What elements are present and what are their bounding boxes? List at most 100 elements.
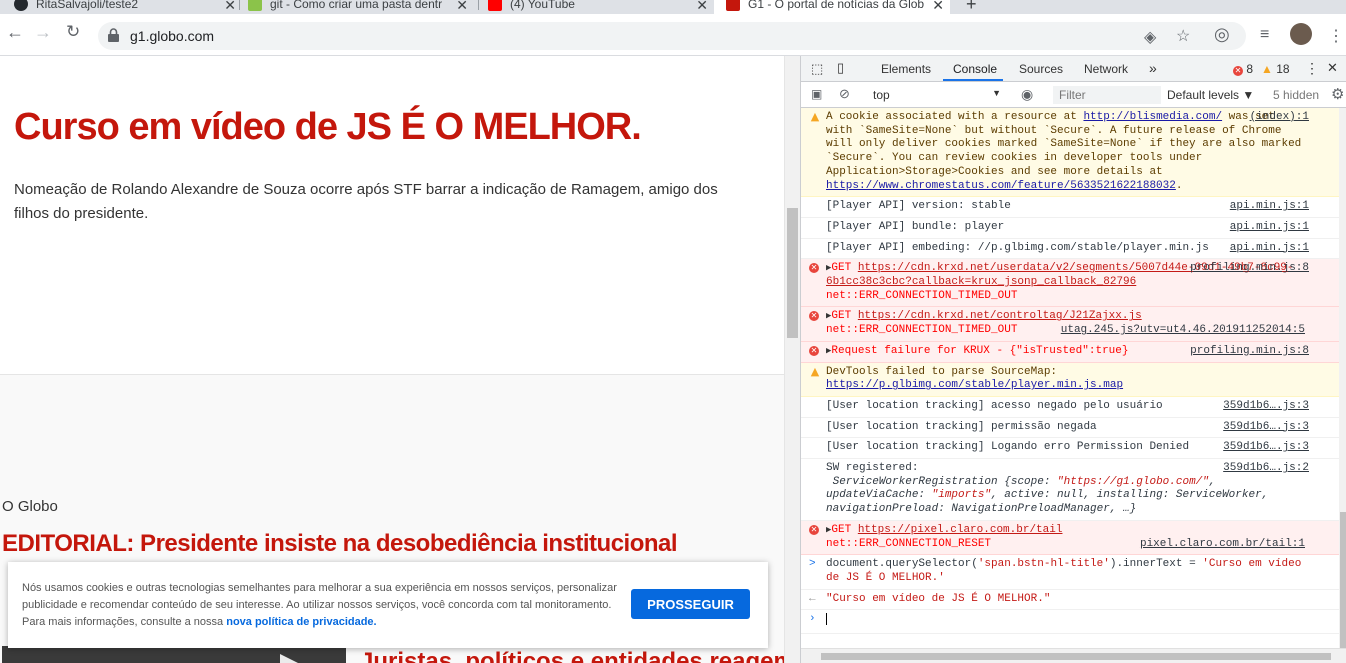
tab-elements[interactable]: Elements — [881, 62, 931, 76]
message-source-link[interactable]: profiling.min.js:8 — [1190, 262, 1309, 276]
message-source-link[interactable]: 359d1b6….js:3 — [1223, 441, 1309, 455]
location-blocked-icon[interactable]: ◈ — [1144, 27, 1156, 47]
console-message-err[interactable]: ✕ ▶GET https://pixel.claro.com.br/tail net… — [801, 520, 1339, 556]
privacy-policy-link[interactable]: nova política de privacidade. — [226, 616, 376, 628]
console-message-prompt[interactable]: › — [801, 610, 1339, 635]
devtools-settings-menu-icon[interactable]: ⋮ — [1305, 60, 1319, 77]
console-message-log[interactable]: [Player API] bundle: player api.min.js:1 — [801, 218, 1339, 239]
scrollbar-thumb[interactable] — [1340, 512, 1346, 648]
warning-count: 18 — [1276, 62, 1290, 76]
message-text: "Curso em vídeo de JS É O MELHOR." — [826, 592, 1051, 605]
error-icon: ✕ — [809, 524, 819, 535]
message-text: DevTools failed to parse SourceMap: http… — [826, 365, 1124, 392]
devtools-panel: ⬚ ▯ Elements Console Sources Network » ✕… — [800, 56, 1346, 663]
hero-subtitle[interactable]: Nomeação de Rolando Alexandre de Souza o… — [14, 178, 724, 226]
message-text: ▶Request failure for KRUX - {"isTrusted"… — [826, 344, 1129, 357]
error-count-badge[interactable]: ✕ 8 — [1233, 62, 1253, 76]
clear-console-icon[interactable]: ⊘ — [839, 86, 850, 102]
message-source-link[interactable]: 359d1b6….js:3 — [1223, 400, 1309, 414]
console-message-log[interactable]: [User location tracking] Logando erro Pe… — [801, 438, 1339, 460]
profile-avatar[interactable] — [1290, 23, 1312, 45]
device-toolbar-icon[interactable]: ▯ — [837, 60, 844, 76]
tab-youtube[interactable]: (4) YouTube ✕ — [488, 0, 708, 14]
tab-sources[interactable]: Sources — [1019, 62, 1063, 76]
error-icon: ✕ — [1233, 66, 1243, 76]
log-levels-dropdown[interactable]: Default levels ▼ — [1167, 88, 1254, 102]
forward-icon[interactable]: → — [34, 22, 52, 43]
console-settings-icon[interactable]: ⚙ — [1331, 85, 1344, 103]
message-source-link[interactable]: pixel.claro.com.br/tail:1 — [1140, 538, 1305, 552]
horizontal-scrollbar[interactable] — [801, 648, 1346, 663]
console-message-log[interactable]: [User location tracking] acesso negado p… — [801, 397, 1339, 418]
more-tabs-icon[interactable]: » — [1149, 60, 1157, 76]
filter-input[interactable]: Filter — [1053, 86, 1161, 104]
error-icon: ✕ — [809, 311, 819, 322]
message-source-link[interactable]: api.min.js:1 — [1230, 200, 1309, 214]
address-bar[interactable]: g1.globo.com ◈ ☆ — [98, 22, 1246, 50]
console-message-err[interactable]: ✕ ▶GET https://cdn.krxd.net/controltag/J2… — [801, 307, 1339, 342]
scrollbar-thumb[interactable] — [787, 208, 798, 338]
console-message-input[interactable]: > document.querySelector('span.bstn-hl-ti… — [801, 555, 1339, 590]
menu-icon[interactable]: ⋮ — [1328, 26, 1344, 46]
message-source-link[interactable]: (index):1 — [1250, 111, 1309, 125]
close-tab-icon[interactable]: ✕ — [932, 0, 944, 14]
sidebar-toggle-icon[interactable]: ▣ — [811, 87, 822, 101]
console-message-err[interactable]: ✕ ▶Request failure for KRUX - {"isTrusted… — [801, 341, 1339, 363]
error-count: 8 — [1246, 62, 1254, 76]
extension-icon[interactable]: ◎ — [1214, 24, 1230, 45]
console-message-log[interactable]: [Player API] version: stable api.min.js:1 — [801, 197, 1339, 218]
message-text: [Player API] bundle: player — [826, 220, 1005, 233]
console-scrollbar[interactable] — [1339, 108, 1346, 648]
console-message-err[interactable]: ✕ ▶GET https://cdn.krxd.net/userdata/v2/s… — [801, 259, 1339, 308]
console-message-log[interactable]: [Player API] embeding: //p.glbimg.com/st… — [801, 239, 1339, 260]
scrollbar-thumb[interactable] — [821, 653, 1331, 660]
close-devtools-icon[interactable]: ✕ — [1327, 60, 1338, 76]
close-tab-icon[interactable]: ✕ — [224, 0, 236, 14]
tab-console[interactable]: Console — [953, 62, 997, 76]
close-tab-icon[interactable]: ✕ — [696, 0, 708, 14]
context-select[interactable]: top ▼ — [867, 86, 1007, 104]
new-tab-button[interactable]: + — [966, 0, 977, 14]
cookie-banner: Nós usamos cookies e outras tecnologias … — [8, 562, 768, 648]
message-text: [User location tracking] permissão negad… — [826, 420, 1097, 433]
console-message-warn[interactable]: ▲ A cookie associated with a resource at … — [801, 108, 1339, 198]
console-message-log[interactable]: SW registered: ServiceWorkerRegistration… — [801, 459, 1339, 521]
media-control-icon[interactable]: ≡ — [1260, 26, 1269, 44]
video-thumbnail[interactable] — [2, 646, 346, 663]
message-source-link[interactable]: utag.245.js?utv=ut4.46.201911252014:5 — [1061, 324, 1305, 338]
tab-network[interactable]: Network — [1084, 62, 1128, 76]
warning-count-badge[interactable]: ▲ 18 — [1261, 62, 1290, 76]
reload-icon[interactable]: ↻ — [66, 22, 80, 42]
eye-icon[interactable]: ◉ — [1021, 86, 1033, 103]
prompt-chevron-icon: › — [809, 613, 816, 626]
devtools-tabbar: ⬚ ▯ Elements Console Sources Network » ✕… — [801, 56, 1346, 82]
tab-github[interactable]: RitaSalvajoli/teste2 ✕ — [14, 0, 236, 14]
page-scrollbar[interactable] — [784, 56, 800, 663]
console-message-warn[interactable]: ▲ DevTools failed to parse SourceMap: htt… — [801, 362, 1339, 397]
warning-icon: ▲ — [1261, 62, 1273, 76]
stackoverflow-icon — [248, 0, 262, 11]
inspect-element-icon[interactable]: ⬚ — [811, 61, 823, 77]
back-icon[interactable]: ← — [6, 22, 24, 43]
close-tab-icon[interactable]: ✕ — [456, 0, 468, 14]
message-source-link[interactable]: 359d1b6….js:2 — [1223, 462, 1309, 476]
editorial-headline[interactable]: EDITORIAL: Presidente insiste na desobed… — [2, 530, 678, 558]
message-source-link[interactable]: api.min.js:1 — [1230, 221, 1309, 235]
message-text — [826, 613, 827, 626]
console-message-log[interactable]: [User location tracking] permissão negad… — [801, 418, 1339, 439]
tab-g1[interactable]: G1 - O portal de notícias da Glob ✕ — [714, 0, 950, 14]
message-source-link[interactable]: api.min.js:1 — [1230, 242, 1309, 256]
tab-separator — [239, 0, 240, 10]
youtube-icon — [488, 0, 502, 11]
tab-stackoverflow[interactable]: git - Como criar uma pasta dentr ✕ — [248, 0, 468, 14]
message-source-link[interactable]: profiling.min.js:8 — [1190, 345, 1309, 359]
news-headline[interactable]: Juristas, políticos e entidades reagem — [360, 648, 784, 663]
message-source-link[interactable]: 359d1b6….js:3 — [1223, 421, 1309, 435]
tab-title: git - Como criar uma pasta dentr — [270, 0, 443, 11]
console-messages[interactable]: ▲ A cookie associated with a resource at … — [801, 108, 1339, 648]
proceed-button[interactable]: PROSSEGUIR — [631, 589, 750, 619]
tab-title: G1 - O portal de notícias da Glob — [748, 0, 925, 11]
hero-title[interactable]: Curso em vídeo de JS É O MELHOR. — [14, 106, 642, 149]
console-message-result[interactable]: ← "Curso em vídeo de JS É O MELHOR." — [801, 590, 1339, 611]
bookmark-star-icon[interactable]: ☆ — [1176, 26, 1190, 46]
